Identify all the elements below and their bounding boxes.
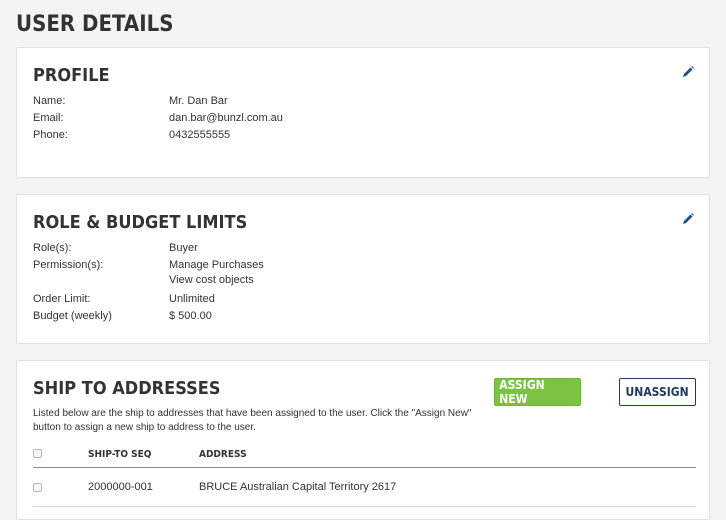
phone-label: Phone: [33,129,68,141]
page-title: USER DETAILS [16,12,174,37]
budget-value: $ 500.00 [169,310,212,322]
role-budget-title: ROLE & BUDGET LIMITS [33,212,248,233]
phone-value: 0432555555 [169,129,231,141]
ship-to-seq-cell: 2000000-001 [88,481,153,493]
row-checkbox[interactable] [33,483,42,492]
budget-label: Budget (weekly) [33,310,112,322]
profile-title: PROFILE [33,65,110,86]
ship-to-description: Listed below are the ship to addresses t… [33,408,472,433]
column-header-address: ADDRESS [199,449,247,460]
permissions-label: Permission(s): [33,259,104,271]
pencil-icon[interactable] [681,212,695,226]
pencil-icon[interactable] [681,65,695,79]
permission-item: View cost objects [169,274,254,286]
assign-new-button[interactable]: ASSIGN NEW [494,378,581,406]
name-value: Mr. Dan Bar [169,95,228,107]
name-label: Name: [33,95,66,107]
column-header-ship-to-seq: SHIP-TO SEQ [88,449,152,460]
permission-item: Manage Purchases [169,259,264,271]
table-row-divider [33,506,696,507]
ship-to-card: SHIP TO ADDRESSES ASSIGN NEW UNASSIGN Li… [16,360,710,520]
ship-to-title: SHIP TO ADDRESSES [33,378,221,399]
email-value: dan.bar@bunzl.com.au [169,112,283,124]
order-limit-value: Unlimited [169,293,215,305]
roles-value: Buyer [169,242,198,254]
roles-label: Role(s): [33,242,72,254]
table-header-divider [33,467,696,468]
role-budget-card: ROLE & BUDGET LIMITS Role(s): Buyer Perm… [16,194,710,344]
profile-card: PROFILE Name: Mr. Dan Bar Email: dan.bar… [16,47,710,178]
address-cell: BRUCE Australian Capital Territory 2617 [199,481,397,493]
unassign-button[interactable]: UNASSIGN [619,378,696,406]
email-label: Email: [33,112,64,124]
order-limit-label: Order Limit: [33,293,91,305]
select-all-checkbox[interactable] [33,449,42,458]
